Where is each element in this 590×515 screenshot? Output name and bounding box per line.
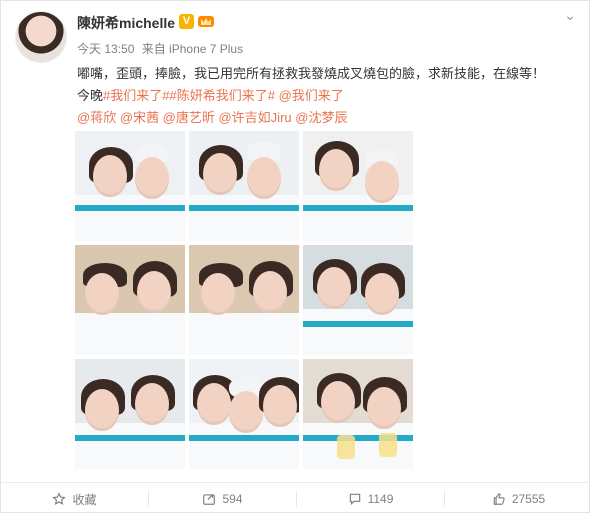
post-meta: 今天 13:50 来自 iPhone 7 Plus [77, 40, 247, 57]
photo-8[interactable] [189, 359, 299, 469]
mention-5[interactable]: @沈梦辰 [295, 110, 347, 125]
photo-1[interactable] [75, 131, 185, 241]
hashtag-2[interactable]: #陈妍希我们来了# [169, 88, 274, 103]
post-text-line-1: 嘟嘴，歪頭，捧臉，我已用完所有拯救我發燒成叉燒包的臉，求新技能，在線等！ [77, 66, 546, 81]
action-bar: 收藏 594 1149 27555 [1, 482, 590, 514]
photo-5[interactable] [189, 245, 299, 355]
photo-grid [75, 131, 413, 469]
mentions-line: @蒋欣 @宋茜 @唐艺昕 @许吉如Jiru @沈梦辰 [77, 107, 347, 126]
mention-4[interactable]: @许吉如Jiru [218, 110, 291, 125]
repost-button[interactable]: 594 [149, 483, 296, 515]
comment-icon [349, 493, 360, 506]
share-icon [203, 494, 216, 505]
photo-2[interactable] [189, 131, 299, 241]
mention-3[interactable]: @唐艺昕 [163, 110, 215, 125]
photo-7[interactable] [75, 359, 185, 469]
post-source: 来自 iPhone 7 Plus [141, 42, 244, 56]
photo-4[interactable] [75, 245, 185, 355]
star-icon [52, 492, 67, 505]
like-button[interactable]: 27555 [445, 483, 590, 515]
photo-9[interactable] [303, 359, 413, 469]
comment-count: 1149 [367, 492, 394, 506]
hashtag-1[interactable]: #我们来了# [103, 88, 169, 103]
photo-3[interactable] [303, 131, 413, 241]
post-text-prefix: 今晚 [77, 88, 104, 103]
favorite-label: 收藏 [72, 492, 97, 507]
weibo-post-card: 陳妍希michelle V ⌄ 今天 13:50 来自 iPhone 7 Plu… [0, 0, 590, 513]
thumbs-up-icon [493, 493, 505, 505]
mention-1[interactable]: @蒋欣 [77, 110, 116, 125]
comment-button[interactable]: 1149 [297, 483, 444, 515]
post-text-line-2: 今晚#我们来了##陈妍希我们来了# @我们来了 [77, 85, 344, 104]
like-count: 27555 [511, 492, 546, 506]
photo-6[interactable] [303, 245, 413, 355]
favorite-button[interactable]: 收藏 [1, 483, 148, 515]
post-time[interactable]: 今天 13:50 [77, 42, 134, 56]
avatar[interactable] [15, 11, 67, 63]
repost-count: 594 [222, 492, 243, 506]
verified-badge-icon[interactable]: V [179, 14, 194, 29]
mention-inline[interactable]: @我们来了 [279, 88, 344, 103]
username[interactable]: 陳妍希michelle [77, 13, 175, 33]
mention-2[interactable]: @宋茜 [120, 110, 159, 125]
chevron-down-icon[interactable]: ⌄ [561, 7, 579, 25]
member-crown-icon[interactable] [197, 13, 215, 29]
